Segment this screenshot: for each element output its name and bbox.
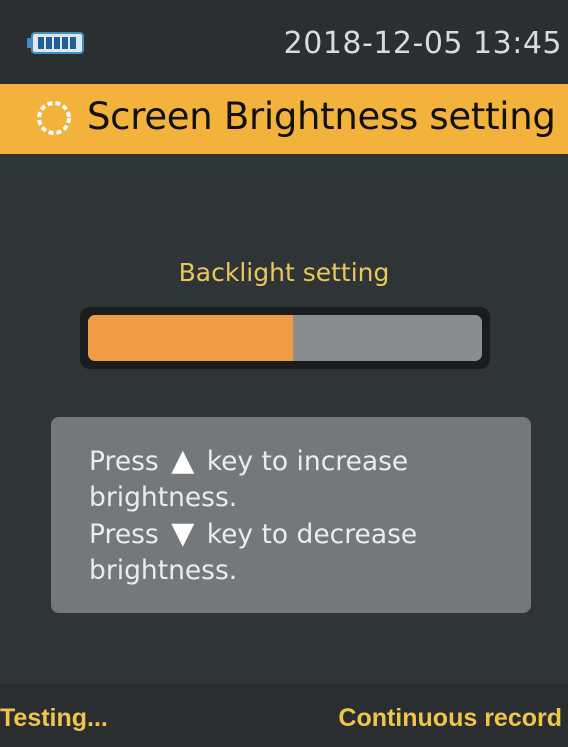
device-screen: 2018-12-05 13:45 Screen Brightness setti… — [0, 0, 568, 747]
help-line: brightness. — [89, 482, 238, 513]
testing-status: Testing... — [0, 704, 108, 732]
title-bar: Screen Brightness setting — [0, 84, 568, 154]
help-line-increase: Press ▲ key to increase — [89, 443, 501, 480]
datetime: 2018-12-05 13:45 — [283, 26, 562, 61]
help-text: Press — [89, 446, 159, 477]
backlight-label: Backlight setting — [178, 258, 390, 287]
slider-track-inner — [88, 315, 482, 361]
up-arrow-icon: ▲ — [171, 443, 195, 478]
battery-full-icon — [27, 32, 84, 54]
page-title: Screen Brightness setting — [87, 95, 556, 138]
help-text: key to decrease — [206, 519, 418, 550]
gear-icon — [37, 101, 71, 135]
help-text: Press — [89, 519, 159, 550]
help-box: Press ▲ key to increase brightness. Pres… — [51, 417, 531, 613]
help-line: brightness. — [89, 555, 238, 586]
down-arrow-icon: ▼ — [171, 516, 195, 551]
help-text: key to increase — [206, 446, 409, 477]
slider-fill — [88, 315, 293, 361]
status-bar: 2018-12-05 13:45 — [0, 0, 568, 84]
backlight-slider[interactable] — [80, 307, 490, 369]
help-line-decrease: Press ▼ key to decrease — [89, 516, 501, 553]
continuous-record-status[interactable]: Continuous record — [338, 704, 562, 733]
bottom-bar: Testing... Continuous record — [0, 684, 568, 747]
